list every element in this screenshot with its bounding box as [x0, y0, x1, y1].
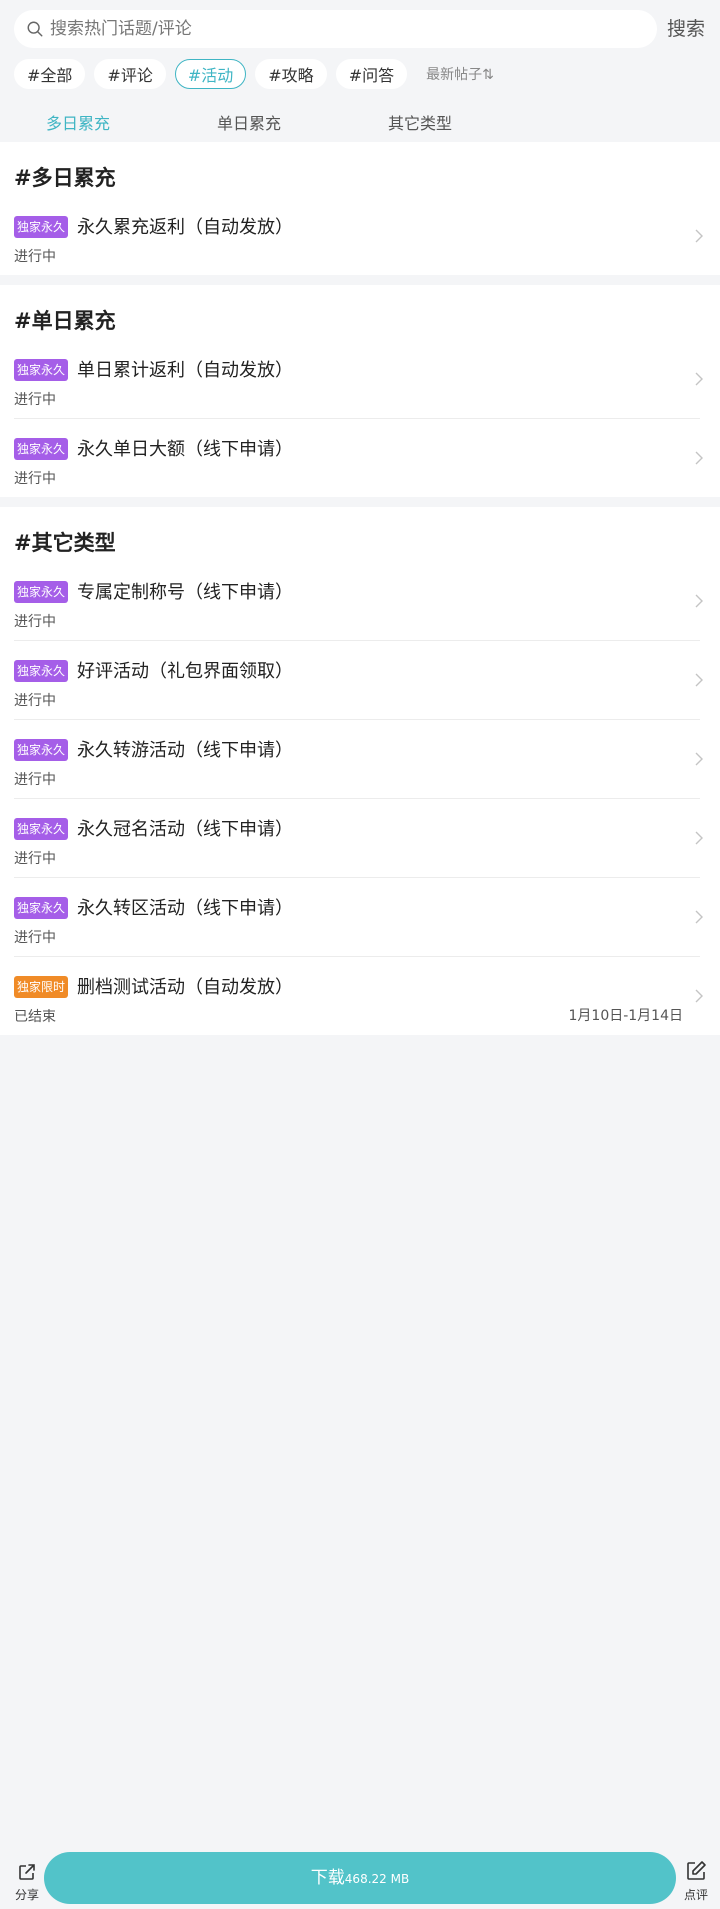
divider [14, 877, 700, 878]
search-icon [27, 21, 43, 37]
tag-activity[interactable]: #活动 [174, 59, 247, 89]
status-badge: 独家永久 [14, 438, 69, 460]
search-button[interactable]: 搜索 [667, 14, 705, 41]
tab-single-day[interactable]: 单日累充 [217, 110, 281, 134]
status-badge: 独家永久 [14, 216, 69, 238]
item-title: 永久转区活动（线下申请） [77, 898, 293, 919]
list-item[interactable]: 独家永久 好评活动（礼包界面领取） 进行中 [0, 640, 720, 719]
download-button[interactable]: 下载468.22 MB [44, 1852, 676, 1904]
download-label: 下载 [310, 1868, 345, 1888]
tag-qa[interactable]: #问答 [335, 59, 408, 89]
item-title: 删档测试活动（自动发放） [77, 977, 293, 998]
item-status: 进行中 [14, 851, 56, 867]
share-icon [19, 1864, 35, 1880]
divider [14, 418, 700, 419]
top-bar: 搜索 #全部 #评论 #活动 #攻略 #问答 最新帖子⇅ 多日累充 单日累充 其… [0, 0, 720, 142]
share-button[interactable]: 分享 [12, 1862, 42, 1903]
item-status: 进行中 [14, 930, 56, 946]
edit-icon [687, 1861, 706, 1880]
share-label: 分享 [14, 1888, 39, 1902]
sort-latest-button[interactable]: 最新帖子⇅ [426, 64, 494, 84]
chevron-right-icon [695, 372, 703, 386]
chevron-right-icon [695, 910, 703, 924]
list-item[interactable]: 独家限时 删档测试活动（自动发放） 已结束 1月10日-1月14日 [0, 956, 720, 1035]
bottom-bar: 分享 下载468.22 MB 点评 [0, 1848, 720, 1909]
item-title: 永久冠名活动（线下申请） [77, 819, 293, 840]
item-date-range: 1月10日-1月14日 [568, 1008, 684, 1024]
item-status: 进行中 [14, 249, 56, 265]
list-item[interactable]: 独家永久 永久累充返利（自动发放） 进行中 [0, 196, 720, 275]
section-multi-day: #多日累充 独家永久 永久累充返利（自动发放） 进行中 [0, 142, 720, 275]
item-title: 永久累充返利（自动发放） [77, 217, 293, 238]
chevron-right-icon [695, 752, 703, 766]
list-item[interactable]: 独家永久 永久转区活动（线下申请） 进行中 [0, 877, 720, 956]
status-badge: 独家永久 [14, 581, 69, 603]
status-badge: 独家永久 [14, 660, 69, 682]
review-button[interactable]: 点评 [680, 1860, 712, 1903]
tab-multi-day[interactable]: 多日累充 [46, 110, 110, 134]
item-status: 进行中 [14, 693, 56, 709]
item-title: 专属定制称号（线下申请） [77, 582, 293, 603]
chevron-right-icon [695, 673, 703, 687]
search-input[interactable] [50, 19, 610, 39]
list-item[interactable]: 独家永久 永久冠名活动（线下申请） 进行中 [0, 798, 720, 877]
section-title: #其它类型 [14, 531, 116, 555]
chevron-right-icon [695, 229, 703, 243]
item-status: 进行中 [14, 614, 56, 630]
divider [14, 798, 700, 799]
item-status: 已结束 [14, 1009, 56, 1025]
status-badge: 独家永久 [14, 897, 69, 919]
download-size: 468.22 MB [344, 1872, 410, 1886]
status-badge: 独家永久 [14, 739, 69, 761]
section-single-day: #单日累充 独家永久 单日累计返利（自动发放） 进行中 独家永久 永久单日大额（… [0, 285, 720, 497]
divider [14, 640, 700, 641]
review-label: 点评 [683, 1888, 708, 1902]
status-badge: 独家永久 [14, 359, 69, 381]
section-other: #其它类型 独家永久 专属定制称号（线下申请） 进行中 独家永久 好评活动（礼包… [0, 507, 720, 1035]
chevron-right-icon [695, 989, 703, 1003]
tag-all[interactable]: #全部 [14, 59, 86, 89]
list-item[interactable]: 独家永久 永久转游活动（线下申请） 进行中 [0, 719, 720, 798]
section-title: #多日累充 [14, 166, 116, 190]
divider [14, 719, 700, 720]
tag-guide[interactable]: #攻略 [255, 59, 327, 89]
chevron-right-icon [695, 451, 703, 465]
search-box[interactable] [14, 10, 657, 48]
item-title: 永久转游活动（线下申请） [77, 740, 293, 761]
topic-tags: #全部 #评论 #活动 #攻略 #问答 最新帖子⇅ [14, 59, 494, 89]
divider [14, 956, 700, 957]
tab-other[interactable]: 其它类型 [388, 110, 452, 134]
sub-tabs: 多日累充 单日累充 其它类型 [0, 108, 720, 142]
item-status: 进行中 [14, 772, 56, 788]
chevron-right-icon [695, 594, 703, 608]
chevron-right-icon [695, 831, 703, 845]
item-title: 单日累计返利（自动发放） [77, 360, 293, 381]
list-item[interactable]: 独家永久 单日累计返利（自动发放） 进行中 [0, 339, 720, 418]
item-status: 进行中 [14, 471, 56, 487]
status-badge: 独家限时 [14, 976, 69, 998]
list-item[interactable]: 独家永久 永久单日大额（线下申请） 进行中 [0, 418, 720, 497]
status-badge: 独家永久 [14, 818, 69, 840]
section-title: #单日累充 [14, 309, 116, 333]
item-status: 进行中 [14, 392, 56, 408]
item-title: 好评活动（礼包界面领取） [77, 661, 293, 682]
list-item[interactable]: 独家永久 专属定制称号（线下申请） 进行中 [0, 561, 720, 640]
item-title: 永久单日大额（线下申请） [77, 439, 293, 460]
tag-comment[interactable]: #评论 [94, 59, 166, 89]
